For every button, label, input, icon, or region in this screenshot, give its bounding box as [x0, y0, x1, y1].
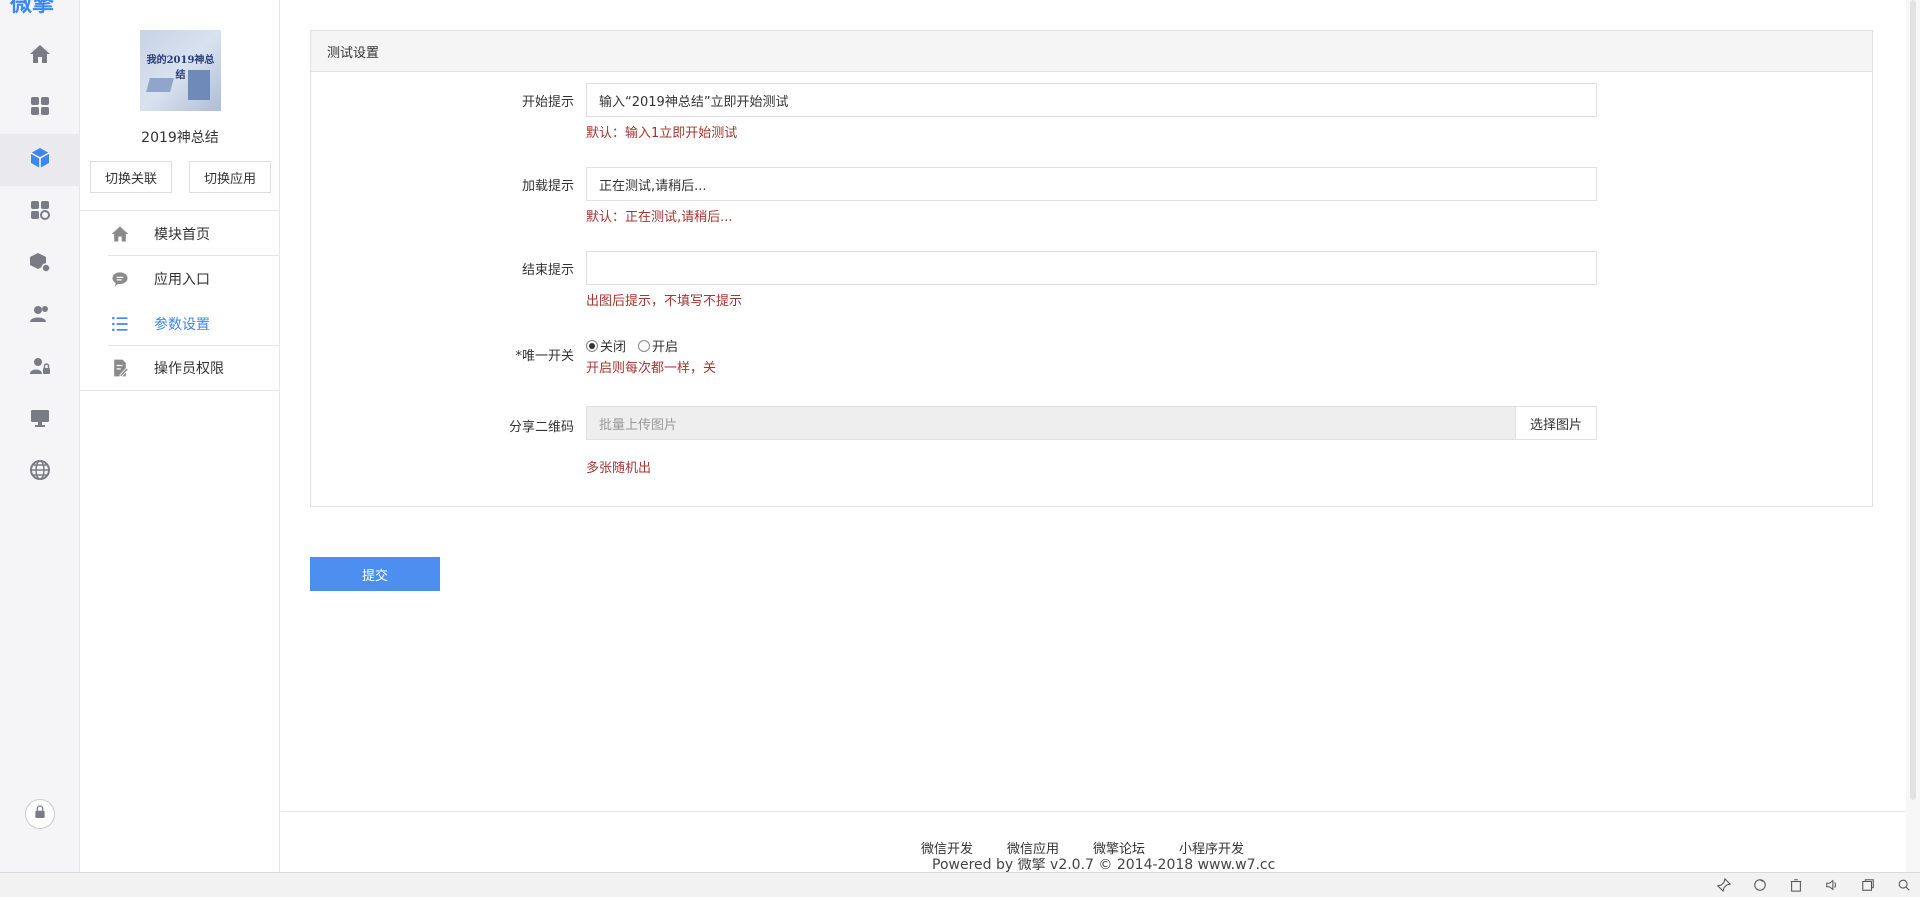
cube-gear-icon [28, 250, 52, 278]
user-lock-icon [28, 354, 52, 382]
nav-item-label: 模块首页 [154, 226, 210, 243]
nav-item-operator-perms[interactable]: 操作员权限 [80, 346, 280, 391]
lock-icon [32, 804, 48, 824]
submit-button[interactable]: 提交 [310, 557, 440, 591]
rail-module[interactable] [0, 134, 80, 186]
rail-apps[interactable] [0, 82, 80, 134]
taskbar-icons [1716, 877, 1912, 893]
nav-item-label: 操作员权限 [154, 361, 224, 377]
page-scrollbar[interactable] [1906, 0, 1920, 872]
chat-bubble-icon [109, 268, 131, 290]
start-prompt-input[interactable]: 输入“2019神总结”立即开始测试 [586, 83, 1597, 117]
nav-item-module-home[interactable]: 模块首页 [80, 211, 280, 256]
share-qr-input[interactable]: 批量上传图片 [586, 406, 1515, 440]
nav-item-app-entry[interactable]: 应用入口 [80, 256, 280, 301]
list-settings-icon [109, 313, 131, 335]
brand-logo[interactable]: 微擎 [10, 0, 70, 17]
radio-on-label[interactable]: 开启 [652, 336, 678, 355]
module-sidebar: 我的2019神总结 2019神总结 切换关联 切换应用 模块首页 应用入口 参数… [80, 0, 280, 872]
loading-prompt-hint: 默认：正在测试,请稍后... [586, 210, 733, 225]
radio-off[interactable] [586, 339, 598, 352]
radio-on[interactable] [638, 339, 651, 352]
nav-item-label: 应用入口 [154, 271, 210, 288]
end-prompt-label: 结束提示 [521, 263, 574, 278]
nav-item-label: 参数设置 [154, 316, 210, 333]
loading-prompt-input[interactable]: 正在测试,请稍后... [586, 167, 1597, 201]
module-name: 2019神总结 [141, 130, 219, 146]
footer-link-wechat-dev[interactable]: 微信开发 [921, 838, 973, 857]
footer-link-wechat-apps[interactable]: 微信应用 [1007, 838, 1059, 857]
share-qr-label: 分享二维码 [508, 420, 574, 435]
apps-grid-icon [28, 94, 52, 122]
apps-settings-icon [28, 198, 52, 226]
switch-link-button[interactable]: 切换关联 [90, 161, 172, 193]
unique-switch-label: *唯一开关 [515, 349, 574, 364]
rail-home[interactable] [0, 30, 80, 82]
powered-by: Powered by 微擎 v2.0.7 © 2014-2018 www.w7.… [932, 858, 1276, 872]
monitor-icon [28, 406, 52, 434]
globe-icon [28, 458, 52, 486]
footer-link-forum[interactable]: 微擎论坛 [1093, 838, 1145, 857]
volume-icon[interactable] [1824, 877, 1840, 893]
end-prompt-hint: 出图后提示，不填写不提示 [586, 294, 743, 309]
footer-divider [281, 811, 1905, 812]
footer-link-miniprogram[interactable]: 小程序开发 [1179, 838, 1244, 857]
taskbar [0, 872, 1920, 897]
unique-switch-hint: 开启则每次都一样，关 [586, 361, 717, 376]
start-prompt-label: 开始提示 [521, 95, 574, 110]
rail-monitor[interactable] [0, 394, 80, 446]
rail-app-settings[interactable] [0, 186, 80, 238]
module-thumbnail: 我的2019神总结 [140, 30, 221, 111]
loading-prompt-label: 加载提示 [521, 179, 574, 194]
rail-module-manage[interactable] [0, 238, 80, 290]
window-icon[interactable] [1860, 877, 1876, 893]
panel-title: 测试设置 [311, 31, 1872, 72]
home-icon [109, 223, 131, 245]
choose-image-button[interactable]: 选择图片 [1515, 406, 1597, 440]
end-prompt-input[interactable] [586, 251, 1597, 285]
icon-rail: 微擎 [0, 0, 80, 872]
switch-app-button[interactable]: 切换应用 [189, 161, 271, 193]
share-qr-hint: 多张随机出 [586, 461, 652, 476]
start-prompt-hint: 默认：输入1立即开始测试 [586, 126, 738, 141]
rail-user-security[interactable] [0, 342, 80, 394]
cube-icon [28, 146, 52, 174]
unique-switch-radios: 关闭 开启 [586, 336, 678, 355]
trash-icon[interactable] [1788, 877, 1804, 893]
radio-off-label[interactable]: 关闭 [600, 336, 626, 355]
footer-links: 微信开发 微信应用 微擎论坛 小程序开发 [921, 838, 1244, 857]
module-nav: 模块首页 应用入口 参数设置 操作员权限 [80, 210, 280, 391]
users-icon [28, 302, 52, 330]
pin-icon[interactable] [1716, 877, 1732, 893]
search-icon[interactable] [1896, 877, 1912, 893]
scrollbar-thumb[interactable] [1910, 0, 1916, 800]
lock-button[interactable] [25, 799, 55, 829]
share-qr-upload: 批量上传图片 选择图片 [586, 406, 1597, 440]
rail-users[interactable] [0, 290, 80, 342]
home-icon [28, 42, 52, 70]
test-settings-panel: 测试设置 开始提示 输入“2019神总结”立即开始测试 默认：输入1立即开始测试… [310, 30, 1873, 507]
edit-document-icon [109, 357, 131, 379]
rail-globe[interactable] [0, 446, 80, 498]
nav-item-params[interactable]: 参数设置 [80, 301, 280, 346]
refresh-icon[interactable] [1752, 877, 1768, 893]
